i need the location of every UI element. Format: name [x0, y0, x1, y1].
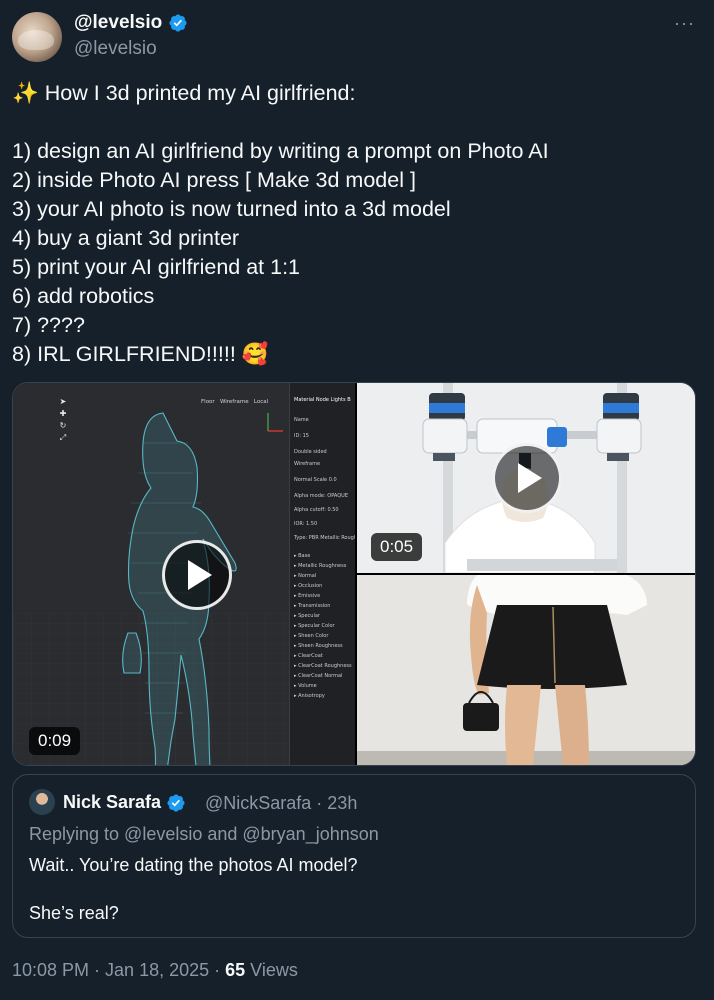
panel-property[interactable]: Normal Scale 0.0 [294, 477, 337, 483]
panel-property[interactable]: ▸ Volume [294, 683, 317, 689]
tweet-step: 8) IRL GIRLFRIEND!!!!! 🥰 [12, 342, 269, 366]
panel-property[interactable]: Alpha mode: OPAQUE [294, 493, 348, 499]
author-name-text: @levelsio [74, 12, 163, 33]
video-printer-rig[interactable]: 0:05 [357, 383, 695, 573]
panel-property[interactable]: Double sided [294, 449, 327, 455]
cursor-icon[interactable]: ➤ [60, 397, 67, 406]
play-button[interactable] [162, 540, 232, 610]
author-display-name[interactable]: @levelsio [74, 12, 188, 34]
panel-property[interactable]: IOR: 1.50 [294, 521, 317, 527]
panel-property[interactable]: ID: 15 [294, 433, 309, 439]
panel-property[interactable]: ▸ Metallic Roughness [294, 563, 346, 569]
scale-icon[interactable]: ⤢ [60, 433, 66, 443]
play-button[interactable] [492, 443, 562, 513]
quote-text: Wait.. You’re dating the photos AI model… [29, 853, 358, 925]
material-panel: Material Node Lights B Name ID: 15 Double … [289, 383, 355, 765]
quote-author-avatar[interactable] [29, 789, 55, 815]
tweet-step: 1) design an AI girlfriend by writing a … [12, 139, 549, 163]
panel-property[interactable]: Alpha cutoff: 0.50 [294, 507, 339, 513]
panel-property[interactable]: Wireframe [294, 461, 320, 467]
sparkles-icon: ✨ [12, 81, 39, 105]
editor-toolbar: Floor Wireframe Local [201, 399, 268, 405]
tweet-step: 2) inside Photo AI press [ Make 3d model… [12, 168, 416, 192]
photo-outfit[interactable] [357, 575, 695, 765]
quote-author-name[interactable]: Nick Sarafa [63, 792, 186, 813]
3d-viewport: ➤ ✚ ↻ ⤢ Floor Wireframe Local [13, 383, 289, 765]
tweet-step: 7) ???? [12, 313, 85, 337]
tweet-step: 5) print your AI girlfriend at 1:1 [12, 255, 301, 279]
panel-property[interactable]: ▸ Anisotropy [294, 693, 325, 699]
panel-property[interactable]: ▸ Normal [294, 573, 316, 579]
author-avatar[interactable] [12, 12, 62, 62]
views-label: Views [245, 960, 298, 980]
panel-property[interactable]: ▸ Transmission [294, 603, 330, 609]
author-handle[interactable]: @levelsio [74, 38, 157, 60]
verified-badge-icon [169, 14, 187, 32]
panel-property[interactable]: ▸ ClearCoat Normal [294, 673, 342, 679]
move-icon[interactable]: ✚ [60, 409, 67, 418]
panel-property[interactable]: ▸ Specular [294, 613, 320, 619]
panel-property[interactable]: Type: PBR Metallic Rough [294, 535, 355, 541]
outfit-photo-image [357, 575, 695, 765]
tweet-text: ✨ How I 3d printed my AI girlfriend: 1) … [12, 79, 702, 369]
quote-line: Wait.. You’re dating the photos AI model… [29, 855, 358, 875]
wireframe-figure-image [13, 412, 289, 765]
tweet-footer: 10:08 PM · Jan 18, 2025 · 65 Views [12, 960, 298, 981]
panel-property[interactable]: ▸ ClearCoat [294, 653, 323, 659]
quote-line: She’s real? [29, 903, 119, 923]
video-duration-badge: 0:09 [29, 727, 81, 755]
panel-property[interactable]: ▸ Sheen Roughness [294, 643, 343, 649]
media-grid: ➤ ✚ ↻ ⤢ Floor Wireframe Local Material N… [12, 382, 696, 766]
tweet-title-line: ✨ How I 3d printed my AI girlfriend: [12, 79, 702, 108]
editor-tool-icons: ➤ ✚ ↻ ⤢ [57, 397, 69, 443]
panel-property[interactable]: ▸ ClearCoat Roughness [294, 663, 352, 669]
floor-toggle[interactable]: Floor [201, 399, 215, 405]
panel-property[interactable]: ▸ Emissive [294, 593, 320, 599]
wireframe-toggle[interactable]: Wireframe [220, 399, 249, 405]
play-icon [188, 560, 212, 590]
panel-property[interactable]: ▸ Specular Color [294, 623, 335, 629]
play-icon [518, 463, 542, 493]
panel-tabs[interactable]: Material Node Lights B [294, 397, 351, 403]
quoted-tweet[interactable]: Nick Sarafa @NickSarafa · 23h Replying t… [12, 774, 696, 938]
tweet-step: 3) your AI photo is now turned into a 3d… [12, 197, 451, 221]
panel-property[interactable]: ▸ Base [294, 553, 310, 559]
tweet-step: 6) add robotics [12, 284, 155, 308]
views-count[interactable]: 65 [225, 960, 245, 980]
quote-author-name-text: Nick Sarafa [63, 792, 162, 812]
tweet-title: How I 3d printed my AI girlfriend: [44, 81, 356, 105]
more-options-icon[interactable]: ··· [674, 14, 698, 32]
panel-property[interactable]: ▸ Occlusion [294, 583, 322, 589]
quote-author-meta[interactable]: @NickSarafa · 23h [205, 793, 357, 814]
verified-badge-icon [167, 793, 185, 812]
video-3d-editor[interactable]: ➤ ✚ ↻ ⤢ Floor Wireframe Local Material N… [13, 383, 355, 765]
video-duration-badge: 0:05 [371, 533, 423, 561]
space-select[interactable]: Local [254, 399, 268, 405]
quote-replying-to[interactable]: Replying to @levelsio and @bryan_johnson [29, 824, 379, 845]
panel-property[interactable]: ▸ Sheen Color [294, 633, 328, 639]
panel-property[interactable]: Name [294, 417, 309, 423]
quote-blank-line [29, 877, 358, 901]
tweet-timestamp[interactable]: 10:08 PM · Jan 18, 2025 · [12, 960, 225, 980]
rotate-icon[interactable]: ↻ [60, 421, 67, 430]
tweet-step: 4) buy a giant 3d printer [12, 226, 240, 250]
